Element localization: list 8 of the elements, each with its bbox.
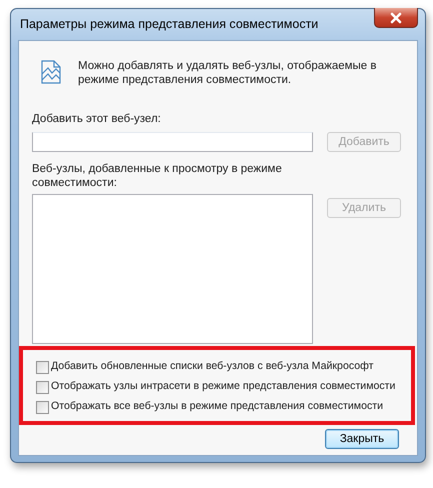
checkbox-label[interactable]: Отображать все веб-узлы в режиме представления совместимости [51,399,384,416]
checkbox-label[interactable]: Добавить обновленные списки веб-узлов с веб-узла Майкрософт [51,359,374,376]
list-label: Веб-узлы, добавленные к просмотру в режиме совместимости: [32,162,283,190]
window-title: Параметры режима представления совместимости [20,16,318,34]
intro-text: Можно добавлять и удалять веб-узлы, отображаемые в режиме представления совместимости. [78,59,378,87]
checkbox-label[interactable]: Отображать узлы интрасети в режиме представления совместимости [51,379,396,396]
field-label: Добавить этот веб-узел: [32,112,162,127]
close-dialog-button[interactable]: Закрыть [325,429,399,450]
